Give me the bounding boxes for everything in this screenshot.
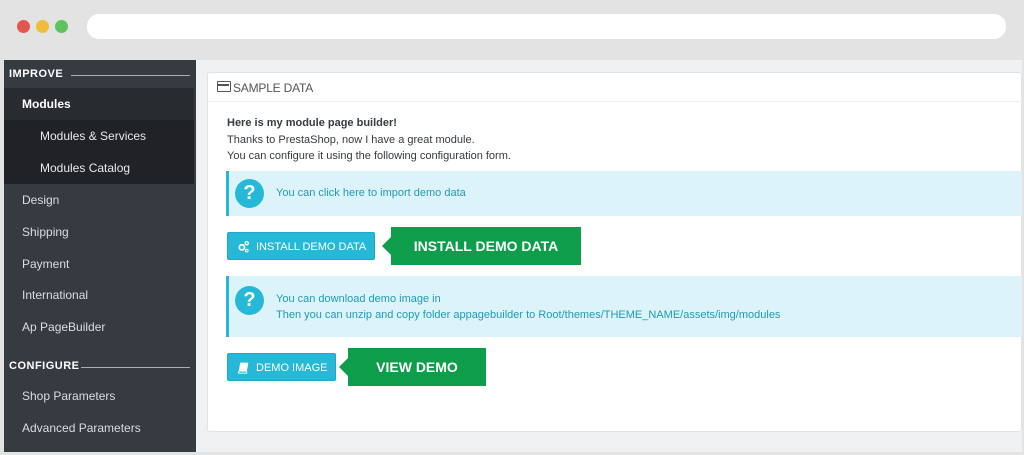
question-icon: ?	[235, 286, 264, 315]
alert-message: You can download demo image in	[276, 293, 441, 305]
sidebar-item-advanced-parameters[interactable]: Advanced Parameters	[4, 412, 196, 444]
demo-image-button[interactable]: DEMO IMAGE	[227, 353, 336, 381]
sidebar-item-design[interactable]: Design	[4, 184, 196, 216]
intro-heading: Here is my module page builder!	[227, 117, 397, 129]
alert-message: Then you can unzip and copy folder appag…	[276, 309, 781, 321]
import-demo-alert[interactable]: ? You can click here to import demo data	[226, 171, 1022, 216]
browser-frame: IMPROVE Modules Modules & Services Modul…	[0, 0, 1024, 455]
panel-header: SAMPLE DATA	[208, 73, 1022, 102]
section-divider	[71, 75, 190, 76]
sidebar: IMPROVE Modules Modules & Services Modul…	[4, 60, 196, 452]
intro-text: Thanks to PrestaShop, now I have a great…	[227, 134, 475, 146]
sidebar-section-improve: IMPROVE	[4, 66, 196, 86]
sidebar-item-shop-parameters[interactable]: Shop Parameters	[4, 380, 196, 412]
sidebar-item-modules-services[interactable]: Modules & Services	[30, 120, 194, 152]
book-icon	[238, 362, 249, 374]
sidebar-item-modules-catalog[interactable]: Modules Catalog	[30, 152, 194, 184]
app-window: IMPROVE Modules Modules & Services Modul…	[4, 60, 1022, 452]
credit-card-icon	[217, 81, 231, 92]
maximize-window-icon[interactable]	[55, 20, 68, 33]
sample-data-panel: SAMPLE DATA Here is my module page build…	[207, 72, 1022, 432]
section-label: IMPROVE	[9, 68, 64, 80]
sidebar-item-international[interactable]: International	[4, 279, 196, 311]
gears-icon	[238, 240, 250, 253]
panel-title: SAMPLE DATA	[233, 81, 314, 95]
sidebar-item-ap-pagebuilder[interactable]: Ap PageBuilder	[4, 311, 196, 343]
browser-titlebar	[0, 0, 1024, 58]
section-label: CONFIGURE	[9, 360, 80, 372]
sidebar-item-shipping[interactable]: Shipping	[4, 216, 196, 248]
download-demo-image-alert: ? You can download demo image in Then yo…	[226, 276, 1022, 337]
address-bar[interactable]	[87, 14, 1006, 39]
minimize-window-icon[interactable]	[36, 20, 49, 33]
question-icon: ?	[235, 179, 264, 208]
button-label: DEMO IMAGE	[256, 362, 328, 374]
sidebar-submenu: Modules & Services Modules Catalog	[4, 120, 194, 184]
sidebar-item-payment[interactable]: Payment	[4, 248, 196, 280]
view-demo-callout: VIEW DEMO	[339, 348, 486, 386]
sidebar-item-modules[interactable]: Modules	[4, 88, 194, 120]
sidebar-section-configure: CONFIGURE	[4, 358, 196, 378]
intro-text: You can configure it using the following…	[227, 150, 511, 162]
button-label: INSTALL DEMO DATA	[256, 241, 367, 253]
install-demo-data-callout: INSTALL DEMO DATA	[382, 227, 581, 265]
install-demo-data-button[interactable]: INSTALL DEMO DATA	[227, 232, 375, 260]
section-divider	[81, 367, 190, 368]
alert-message[interactable]: You can click here to import demo data	[276, 187, 466, 199]
close-window-icon[interactable]	[17, 20, 30, 33]
